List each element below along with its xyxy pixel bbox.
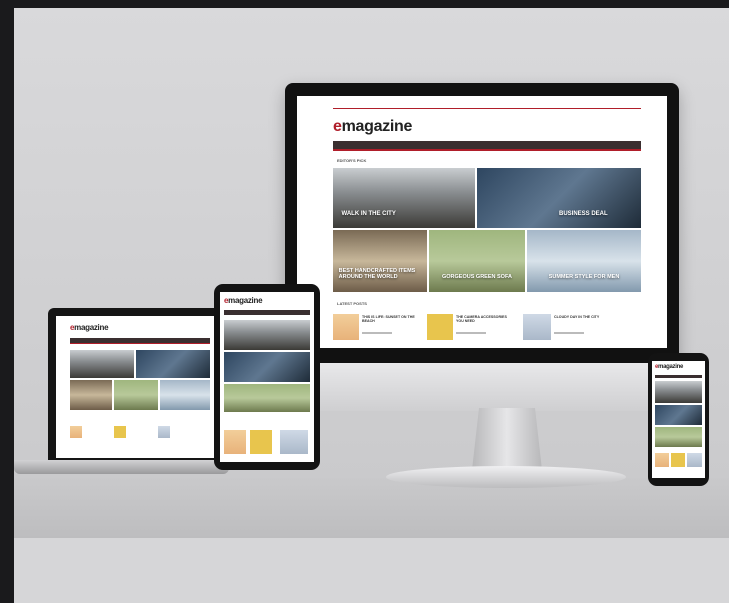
desktop-monitor: emagazine Editor's Pick Walk in the City… [285, 83, 679, 378]
post-thumbnail-1[interactable] [224, 430, 246, 454]
featured-tile-1[interactable] [224, 320, 310, 350]
logo-text: magazine [74, 323, 109, 332]
table-surface [14, 478, 729, 538]
featured-tile-3[interactable]: Best Handcrafted Items Around The World [333, 230, 427, 292]
tile-caption: Business Deal [559, 210, 608, 217]
featured-tile-1[interactable] [655, 381, 702, 403]
desktop-website: emagazine Editor's Pick Walk in the City… [297, 96, 667, 348]
floor-shadow [14, 538, 729, 603]
featured-tile-4[interactable]: Gorgeous Green Sofa [429, 230, 525, 292]
logo-text: magazine [658, 364, 683, 370]
post-thumbnail-1[interactable] [655, 453, 669, 467]
featured-tile-5[interactable]: Summer Style For Men [527, 230, 641, 292]
tile-caption: Best Handcrafted Items Around The World [338, 268, 416, 281]
site-logo[interactable]: emagazine [224, 296, 263, 305]
post-thumbnail-3[interactable] [687, 453, 702, 467]
monitor-chin [285, 363, 679, 411]
post-thumbnail-1[interactable] [333, 314, 359, 340]
featured-tile-3[interactable] [70, 380, 112, 410]
site-logo[interactable]: emagazine [70, 323, 109, 332]
site-logo[interactable]: emagazine [655, 364, 683, 370]
laptop-website: emagazine [56, 316, 223, 458]
featured-tile-1[interactable]: Walk in the City [333, 168, 475, 228]
post-thumbnail-3[interactable] [280, 430, 308, 454]
post-thumbnail-1[interactable] [70, 426, 82, 438]
post-thumbnail-3[interactable] [158, 426, 170, 438]
site-logo[interactable]: emagazine [333, 118, 412, 136]
smartphone: emagazine [648, 353, 709, 486]
main-navigation[interactable] [224, 310, 310, 315]
post-thumbnail-3[interactable] [523, 314, 551, 340]
featured-tile-4[interactable] [224, 384, 310, 412]
tile-caption: Summer Style For Men [548, 274, 620, 281]
section-title-latest: Latest Posts [333, 301, 367, 306]
featured-tile-5[interactable] [160, 380, 210, 410]
featured-tile-1[interactable] [70, 350, 134, 378]
post-thumbnail-2[interactable] [671, 453, 685, 467]
monitor-stand-base [386, 466, 626, 488]
tablet-website: emagazine [220, 292, 314, 462]
post-thumbnail-2[interactable] [250, 430, 272, 454]
post-thumbnail-2[interactable] [114, 426, 126, 438]
featured-tile-4[interactable] [114, 380, 158, 410]
post-meta-2 [456, 332, 486, 334]
tile-caption: Gorgeous Green Sofa [442, 274, 512, 281]
post-thumbnail-2[interactable] [427, 314, 453, 340]
nav-underline [70, 343, 210, 344]
logo-accent: e [333, 118, 342, 135]
laptop-keyboard-base [14, 460, 229, 474]
main-navigation[interactable] [655, 375, 702, 378]
post-meta-3 [554, 332, 584, 334]
tile-caption: Walk in the City [341, 210, 396, 217]
tablet: emagazine [214, 284, 320, 470]
featured-tile-2[interactable]: Business Deal [477, 168, 641, 228]
featured-tile-2[interactable] [136, 350, 210, 378]
phone-website: emagazine [652, 361, 705, 478]
top-rule [333, 108, 641, 109]
logo-text: magazine [341, 118, 413, 135]
featured-tile-2[interactable] [655, 405, 702, 425]
post-title-3[interactable]: Cloudy Day In The City [554, 315, 612, 320]
featured-tile-2[interactable] [224, 352, 310, 382]
featured-tile-4[interactable] [655, 427, 702, 447]
section-title-featured: Editor's Pick [333, 158, 366, 163]
post-title-2[interactable]: The Camera Accessories You Need [456, 315, 514, 324]
laptop: emagazine [48, 308, 231, 466]
logo-text: magazine [228, 296, 263, 305]
nav-underline [333, 149, 641, 151]
post-title-1[interactable]: This Is Life: Sunset On The Beach [362, 315, 420, 324]
post-meta-1 [362, 332, 392, 334]
device-mockup-scene: emagazine Editor's Pick Walk in the City… [14, 8, 729, 603]
monitor-stand [472, 408, 542, 470]
